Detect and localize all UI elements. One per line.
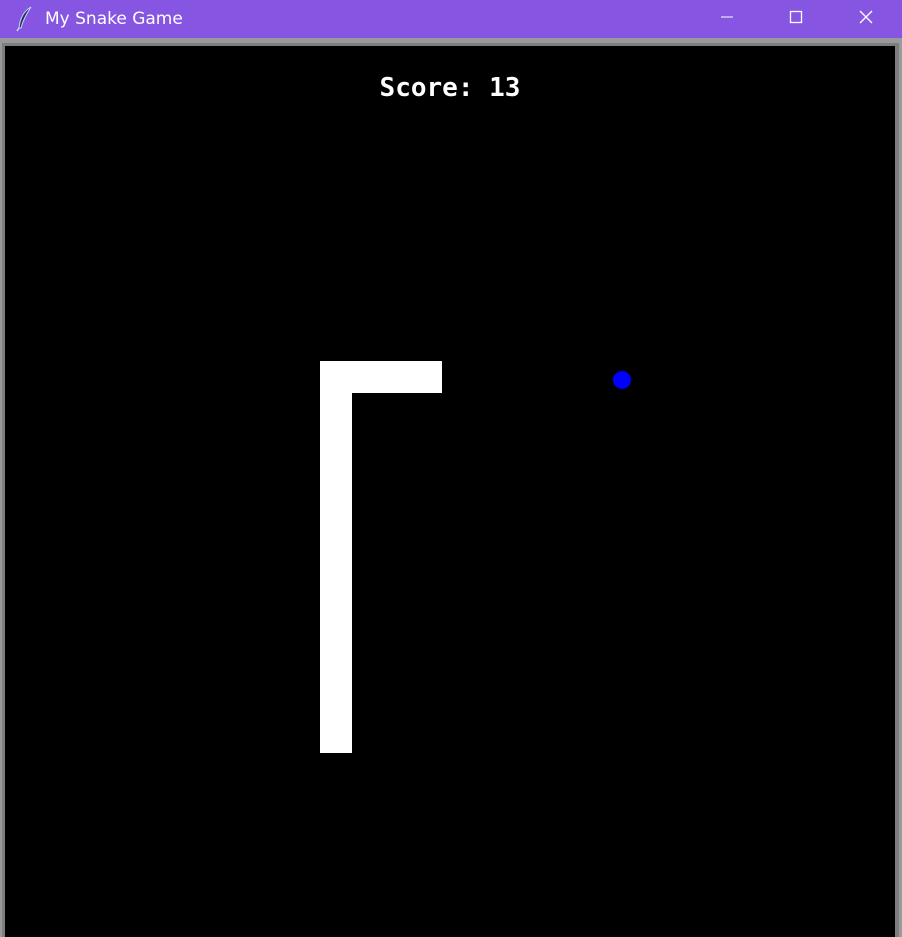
minimize-button[interactable] xyxy=(704,0,750,38)
maximize-icon xyxy=(788,9,804,29)
score-display: Score: 13 xyxy=(379,73,521,103)
snake-segment xyxy=(320,361,352,753)
close-button[interactable] xyxy=(843,0,889,38)
food-dot xyxy=(613,371,631,389)
feather-icon xyxy=(14,6,36,32)
game-window: My Snake Game Score: 13 xyxy=(0,0,902,937)
title-bar[interactable]: My Snake Game xyxy=(0,0,902,38)
game-canvas[interactable]: Score: 13 xyxy=(5,46,895,937)
window-title: My Snake Game xyxy=(45,9,183,29)
minimize-icon xyxy=(719,9,735,29)
maximize-button[interactable] xyxy=(773,0,819,38)
close-icon xyxy=(858,9,874,29)
